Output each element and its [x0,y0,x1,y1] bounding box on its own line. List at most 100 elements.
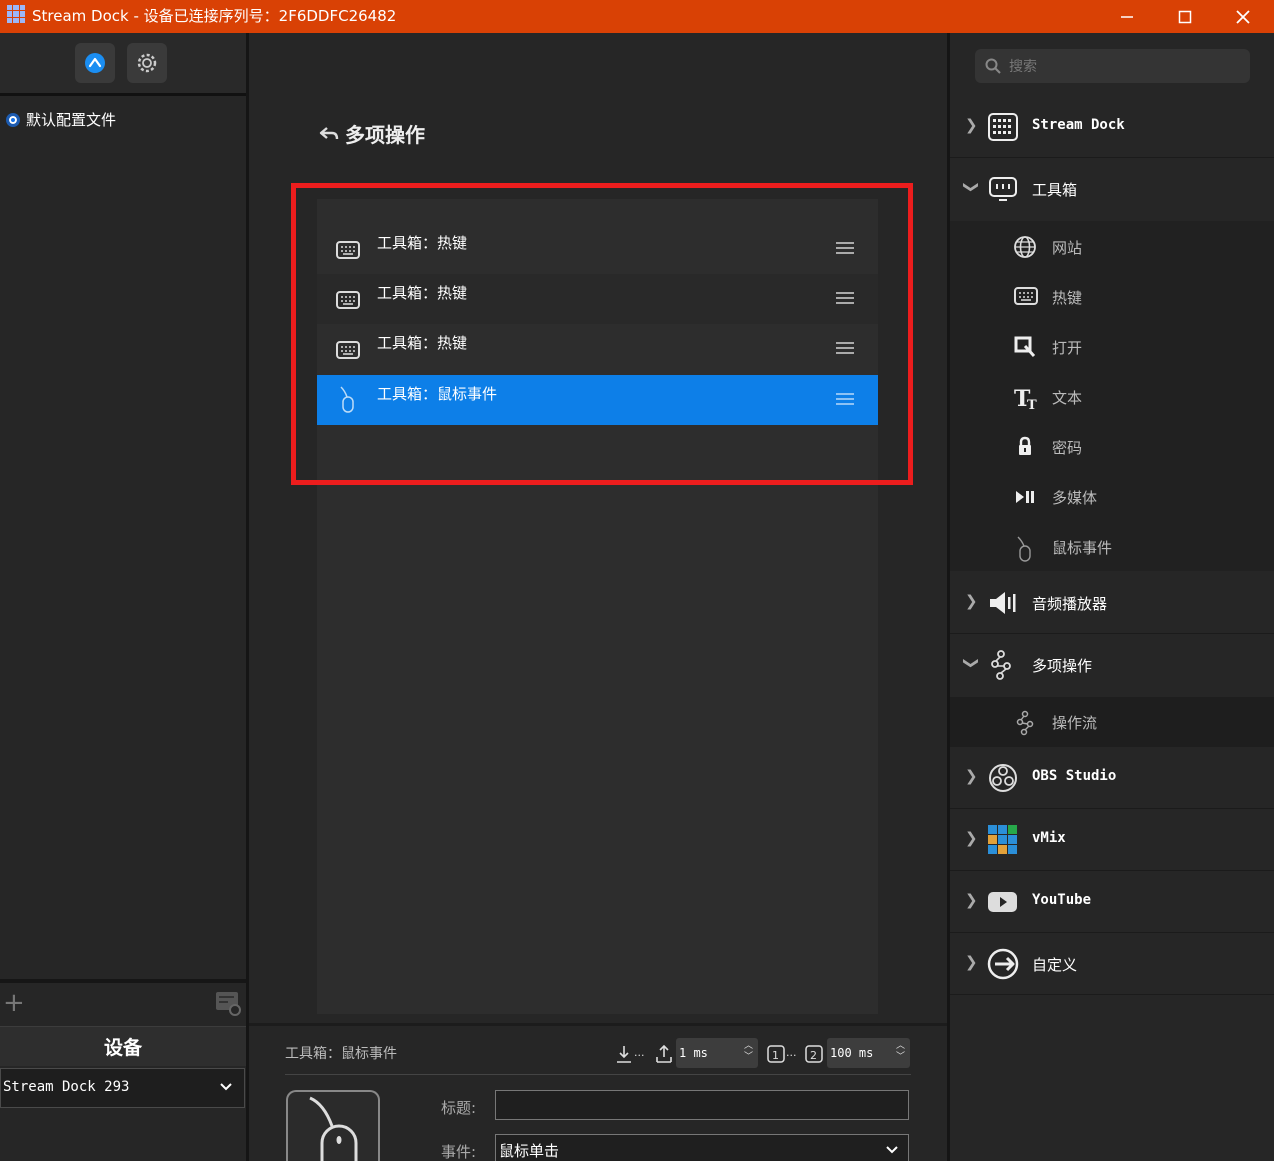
property-title: 工具箱：鼠标事件 [285,1046,397,1062]
speaker-icon [990,592,1016,614]
library-item-label: 操作流 [1052,714,1098,732]
library-item-label: 打开 [1052,339,1083,357]
flow-icon [1016,710,1034,736]
interval-value: 100 ms [830,1046,874,1060]
chevron-right-icon[interactable]: ❯ [965,592,978,610]
category-audio-player[interactable]: ❯ 音频播放器 [950,573,1274,634]
obs-icon [989,764,1017,792]
spin-arrows-icon[interactable]: ︿ ﹀ [896,1041,905,1063]
chevron-right-icon[interactable]: ❯ [965,953,978,971]
svg-text:2: 2 [810,1049,817,1062]
back-arrow-icon [319,126,339,139]
multi-action-items: 操作流 [950,697,1274,747]
property-divider [249,1023,947,1026]
minimize-button[interactable] [1098,0,1156,33]
library-item-hotkey[interactable]: 热键 [950,272,1274,322]
chevron-right-icon[interactable]: ❯ [965,767,978,785]
category-label: OBS Studio [1032,768,1117,784]
app-logo-icon [7,5,25,23]
mouse-icon [309,1096,358,1161]
play-pause-icon [1016,491,1034,503]
category-label: 多项操作 [1032,657,1093,675]
globe-icon [1014,236,1036,258]
library-item-label: 鼠标事件 [1052,539,1113,557]
category-custom[interactable]: ❯ 自定义 [950,934,1274,995]
chevron-down-icon [220,1083,232,1091]
chevron-right-icon[interactable]: ❯ [965,891,978,909]
settings-button[interactable] [127,43,167,83]
category-label: 工具箱 [1032,181,1078,199]
lock-icon [1019,436,1031,455]
device-section-header: 设备 [0,1026,246,1066]
home-button[interactable] [75,43,115,83]
search-icon [985,58,1001,74]
profile-settings-icon [216,992,241,1016]
gear-icon [137,53,157,73]
sidebar-toolbar [0,33,246,96]
svg-text:1: 1 [772,1049,779,1062]
text-icon: T T [1014,386,1037,411]
category-toolbox[interactable]: ❯ 工具箱 [950,159,1274,220]
spin-arrows-icon[interactable]: ︿ ﹀ [744,1041,753,1063]
event-select-value: 鼠标单击 [499,1142,560,1160]
library-item-text[interactable]: T T 文本 [950,372,1274,422]
delay-value: 1 ms [679,1046,708,1060]
profile-item-default[interactable]: 默认配置文件 [6,109,116,130]
interval-icon: 1 ··· 2 [766,1039,828,1069]
category-vmix[interactable]: ❯ vMix [950,810,1274,871]
multi-action-editor: 多项操作 工具箱：热键 工具箱：热键 工具箱：热键 工具箱：鼠标事件 工具箱：鼠… [249,33,947,1161]
search-field[interactable]: 搜索 [975,49,1250,83]
library-item-open[interactable]: 打开 [950,322,1274,372]
profile-manage-button[interactable] [214,989,242,1021]
grid-keypad-icon [988,113,1018,141]
home-icon [85,53,105,73]
open-icon [1014,336,1036,358]
sidebar-divider [0,979,246,983]
chevron-down-icon[interactable]: ❯ [962,181,980,194]
category-label: 音频播放器 [1032,595,1108,613]
action-library: 搜索 ❯ Stream Dock ❯ 工具箱 网站 热键 打开 T T 文本 密… [950,33,1274,1161]
category-youtube[interactable]: ❯ YouTube [950,872,1274,933]
search-placeholder: 搜索 [1009,59,1037,75]
chevron-right-icon[interactable]: ❯ [965,116,978,134]
category-stream-dock[interactable]: ❯ Stream Dock [950,97,1274,158]
delay-icon: ··· [615,1039,677,1069]
maximize-button[interactable] [1156,0,1214,33]
toolbox-items: 网站 热键 打开 T T 文本 密码 多媒体 鼠标事件 [950,221,1274,571]
action-preview-image[interactable] [286,1090,380,1161]
page-title: 多项操作 [345,123,425,147]
library-item-label: 文本 [1052,389,1083,407]
svg-text:···: ··· [786,1049,797,1062]
event-select[interactable]: 鼠标单击 [495,1134,909,1161]
event-field-label: 事件: [441,1143,477,1161]
title-input[interactable] [495,1090,909,1120]
library-item-mouse-event[interactable]: 鼠标事件 [950,522,1274,572]
interval-spinbox[interactable]: 100 ms ︿ ﹀ [827,1038,910,1068]
multi-action-icon [991,650,1011,680]
device-select[interactable]: Stream Dock 293 [0,1068,245,1108]
library-item-password[interactable]: 密码 [950,422,1274,472]
delay-spinbox[interactable]: 1 ms ︿ ﹀ [676,1038,758,1068]
library-item-website[interactable]: 网站 [950,222,1274,272]
chevron-down-icon [886,1146,898,1154]
library-item-media[interactable]: 多媒体 [950,472,1274,522]
highlight-annotation-box [291,183,913,485]
category-label: Stream Dock [1032,117,1125,133]
svg-text:···: ··· [634,1049,645,1062]
radio-selected-icon [6,112,20,127]
chevron-right-icon[interactable]: ❯ [965,829,978,847]
category-multi-action[interactable]: ❯ 多项操作 [950,635,1274,696]
category-label: YouTube [1032,892,1092,908]
back-button[interactable]: 多项操作 [319,119,425,148]
keyboard-icon [1014,287,1038,305]
vmix-icon [988,825,1017,854]
add-profile-button[interactable]: + [3,990,25,1016]
library-item-action-flow[interactable]: 操作流 [950,697,1274,747]
youtube-icon [988,892,1017,912]
chevron-down-icon[interactable]: ❯ [962,657,980,670]
property-separator [285,1074,911,1075]
library-item-label: 网站 [1052,239,1083,257]
category-obs-studio[interactable]: ❯ OBS Studio [950,748,1274,809]
close-button[interactable] [1214,0,1272,33]
profile-sidebar: 默认配置文件 + 设备 Stream Dock 293 [0,33,246,1161]
